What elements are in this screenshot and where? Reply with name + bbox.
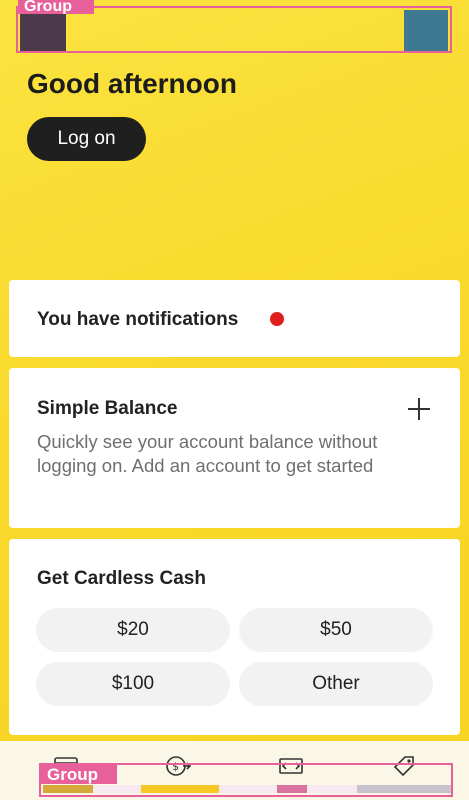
simple-balance-title: Simple Balance <box>37 398 178 419</box>
simple-balance-card: Simple Balance Quickly see your account … <box>9 368 460 528</box>
amount-other-button[interactable]: Other <box>239 662 433 706</box>
cardless-cash-title: Get Cardless Cash <box>37 568 206 589</box>
simple-balance-description: Quickly see your account balance without… <box>37 431 378 476</box>
top-annotation-group: Group <box>16 0 452 53</box>
greeting-heading: Good afternoon <box>27 68 237 99</box>
notifications-text: You have notifications <box>37 309 239 330</box>
group-tag-top: Group <box>18 0 94 14</box>
notifications-card[interactable]: You have notifications <box>9 280 460 357</box>
bottom-annotation-group: Group <box>39 763 453 797</box>
top-right-block <box>404 10 448 51</box>
group-tag-bottom: Group <box>41 765 117 784</box>
notification-dot-icon <box>270 312 284 326</box>
annotation-color-strip <box>43 785 451 793</box>
cardless-cash-card: Get Cardless Cash $20 $50 $100 Other <box>9 539 460 735</box>
add-account-plus-icon[interactable] <box>408 398 430 420</box>
amount-20-button[interactable]: $20 <box>36 608 230 652</box>
top-left-block <box>20 10 66 51</box>
amount-50-button[interactable]: $50 <box>239 608 433 652</box>
log-on-button[interactable]: Log on <box>27 117 146 161</box>
amount-100-button[interactable]: $100 <box>36 662 230 706</box>
